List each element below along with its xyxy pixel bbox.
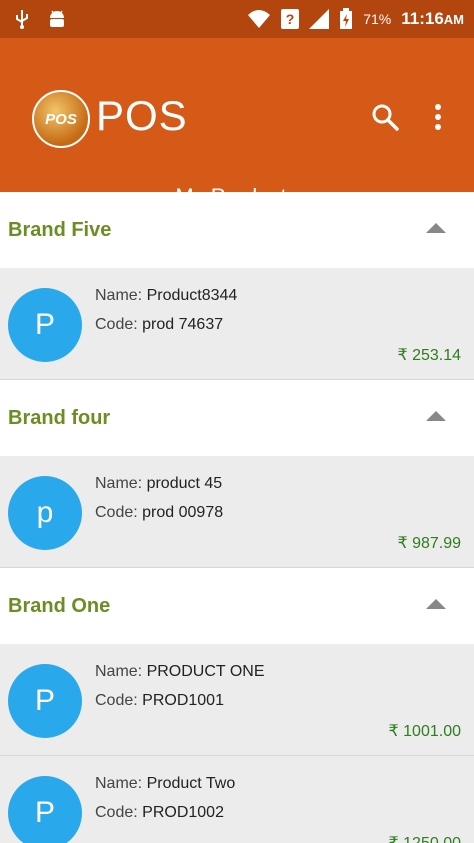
battery-icon	[340, 8, 353, 29]
product-row[interactable]: P Name: PRODUCT ONE Code: PROD1001 ₹ 100…	[0, 644, 474, 756]
usb-icon	[16, 10, 28, 29]
more-vert-icon[interactable]	[426, 102, 450, 132]
product-code: Code: prod 00978	[95, 504, 224, 521]
avatar: P	[8, 664, 82, 738]
product-name: Name: PRODUCT ONE	[95, 663, 265, 680]
unknown-network-icon: ?	[281, 9, 300, 29]
product-code: Code: prod 74637	[95, 316, 224, 333]
logo-text: POS	[45, 110, 77, 128]
avatar: P	[8, 776, 82, 843]
svg-text:?: ?	[286, 11, 295, 27]
product-row[interactable]: p Name: product 45 Code: prod 00978 ₹ 98…	[0, 456, 474, 568]
brand-group-header[interactable]: Brand four	[0, 380, 474, 456]
status-bar: ? 71% 11:16AM	[0, 0, 474, 38]
app-logo: POS	[32, 90, 90, 148]
battery-percentage: 71%	[363, 11, 392, 27]
collapse-arrow-icon[interactable]	[426, 411, 446, 421]
product-price: ₹ 253.14	[397, 347, 461, 364]
product-name: Name: product 45	[95, 475, 223, 492]
product-code: Code: PROD1002	[95, 804, 224, 821]
brand-title: Brand Five	[8, 218, 112, 241]
wifi-icon	[248, 10, 271, 28]
product-row[interactable]: P Name: Product8344 Code: prod 74637 ₹ 2…	[0, 268, 474, 380]
avatar: p	[8, 476, 82, 550]
product-code: Code: PROD1001	[95, 692, 224, 709]
clock: 11:16AM	[401, 9, 464, 28]
signal-icon	[309, 9, 330, 29]
avatar: P	[8, 288, 82, 362]
brand-title: Brand four	[8, 406, 111, 429]
product-list[interactable]: Brand Five P Name: Product8344 Code: pro…	[0, 192, 474, 843]
product-name: Name: Product Two	[95, 775, 236, 792]
collapse-arrow-icon[interactable]	[426, 599, 446, 609]
brand-group-header[interactable]: Brand One	[0, 568, 474, 644]
search-icon[interactable]	[370, 102, 400, 132]
product-price: ₹ 1250.00	[389, 833, 461, 843]
brand-group-header[interactable]: Brand Five	[0, 192, 474, 268]
product-row[interactable]: P Name: Product Two Code: PROD1002 ₹ 125…	[0, 756, 474, 843]
app-bar: POS POS My Products	[0, 38, 474, 230]
brand-title: Brand One	[8, 594, 111, 617]
android-icon	[50, 10, 64, 27]
product-price: ₹ 1001.00	[388, 723, 461, 740]
product-name: Name: Product8344	[95, 287, 238, 304]
app-title: POS	[96, 92, 188, 139]
collapse-arrow-icon[interactable]	[426, 223, 446, 233]
product-price: ₹ 987.99	[397, 535, 461, 552]
